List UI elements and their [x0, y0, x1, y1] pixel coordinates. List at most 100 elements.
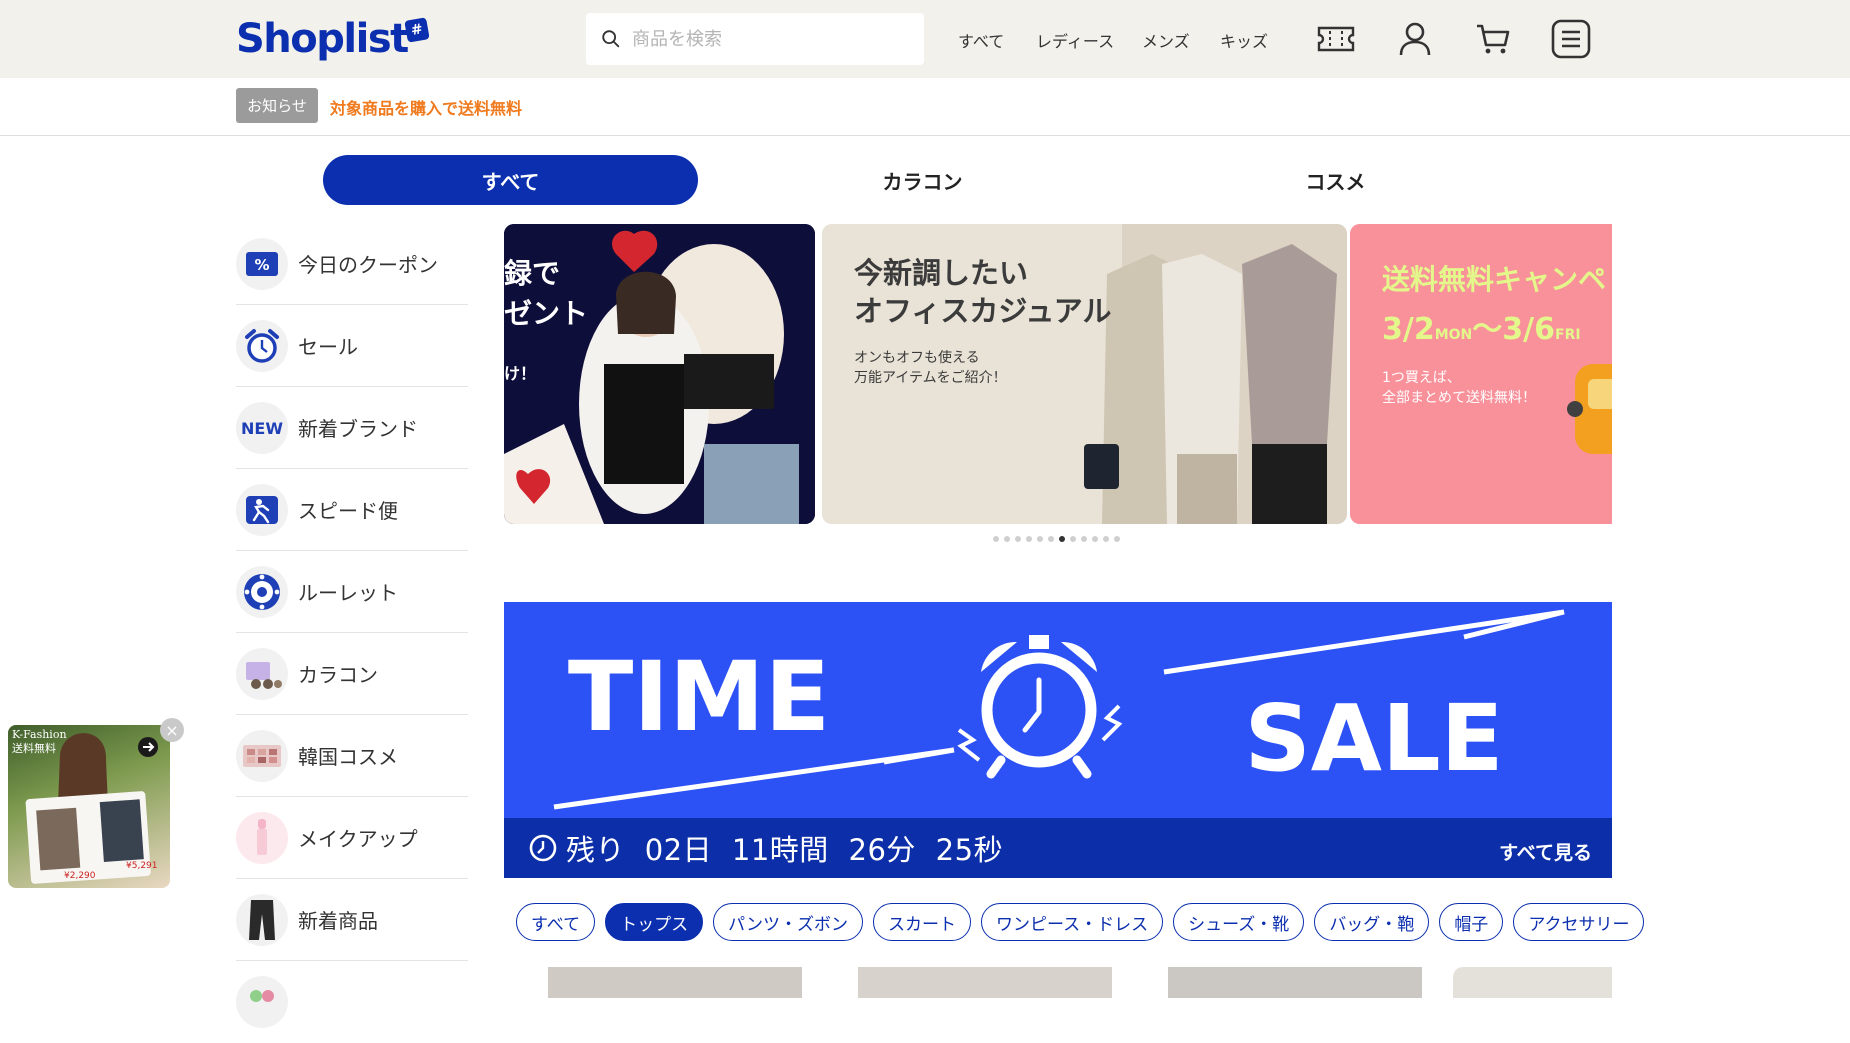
- product-thumbnail[interactable]: [1453, 967, 1612, 998]
- countdown-days-unit: 日: [682, 833, 713, 867]
- sidebar-label: 今日のクーポン: [298, 253, 438, 277]
- sidebar-item-new-arrivals[interactable]: 新着商品: [236, 879, 468, 961]
- coupon-ticket-icon[interactable]: [1315, 18, 1357, 60]
- see-all-link[interactable]: すべて見る: [1499, 838, 1592, 865]
- clock-icon: [529, 834, 557, 862]
- countdown-seconds-unit: 秒: [973, 833, 1004, 867]
- carousel-dot[interactable]: [1015, 536, 1021, 542]
- banner3-date-start: 3/2: [1382, 312, 1435, 347]
- countdown-label: 残り: [566, 833, 626, 867]
- new-badge-icon: NEW: [236, 401, 288, 454]
- sidebar-label: 新着商品: [298, 909, 378, 933]
- floating-ad-tag-1: K-Fashion: [12, 728, 67, 741]
- search-icon[interactable]: [600, 28, 622, 50]
- chip-dress[interactable]: ワンピース・ドレス: [981, 903, 1164, 941]
- carousel-dot[interactable]: [1114, 536, 1120, 542]
- sidebar-label: 新着ブランド: [298, 417, 418, 441]
- search-box[interactable]: [586, 13, 924, 65]
- account-icon[interactable]: [1394, 18, 1436, 60]
- carousel-dot[interactable]: [1037, 536, 1043, 542]
- svg-text:NEW: NEW: [241, 419, 283, 438]
- sidebar-item-coupon[interactable]: % 今日のクーポン: [236, 223, 468, 305]
- sidebar-label: スピード便: [298, 499, 398, 523]
- category-chip-list: すべて トップス パンツ・ズボン スカート ワンピース・ドレス シューズ・靴 バ…: [516, 903, 1645, 941]
- sidebar-label: 韓国コスメ: [298, 745, 398, 769]
- sidebar-item-roulette[interactable]: ルーレット: [236, 551, 468, 633]
- sidebar-item-sale[interactable]: セール: [236, 305, 468, 387]
- sidebar-item-partial[interactable]: [236, 961, 468, 1043]
- banner3-title: 送料無料キャンペ: [1382, 263, 1607, 296]
- chip-accessories[interactable]: アクセサリー: [1513, 903, 1645, 941]
- floating-ad-price-1: ¥2,290: [64, 871, 96, 881]
- chip-bags[interactable]: バッグ・鞄: [1314, 903, 1430, 941]
- banner-valentine[interactable]: 録で ゼント け！: [504, 224, 815, 524]
- carousel-dot[interactable]: [1092, 536, 1098, 542]
- sidebar-item-contact-lens[interactable]: カラコン: [236, 633, 468, 715]
- time-sale-word-sale: SALE: [1245, 685, 1504, 792]
- carousel-dot[interactable]: [1004, 536, 1010, 542]
- tab-all[interactable]: すべて: [323, 155, 698, 205]
- notice-badge: お知らせ: [236, 88, 318, 123]
- countdown-hours: 11: [731, 833, 770, 867]
- site-logo[interactable]: Shoplist #: [236, 14, 430, 64]
- product-thumbnail[interactable]: [858, 967, 1112, 998]
- nav-mens[interactable]: メンズ: [1142, 28, 1190, 52]
- svg-text:%: %: [254, 256, 269, 274]
- carousel-dot[interactable]: [1103, 536, 1109, 542]
- partial-icon: [236, 976, 288, 1028]
- banner2-title-2: オフィスカジュアル: [854, 294, 1112, 328]
- carousel-dot[interactable]: [1048, 536, 1054, 542]
- cart-icon[interactable]: [1472, 18, 1514, 60]
- banner-office-casual[interactable]: 今新調したい オフィスカジュアル オンもオフも使える 万能アイテムをご紹介！: [822, 224, 1347, 524]
- countdown-days: 02: [644, 833, 683, 867]
- banner3-dow-end: FRI: [1555, 327, 1581, 343]
- banner-free-shipping[interactable]: 送料無料キャンペ 3/2MON〜3/6FRI 1つ買えば、 全部まとめて送料無料…: [1350, 224, 1612, 524]
- notice-link[interactable]: 対象商品を購入で送料無料: [330, 95, 522, 119]
- carousel-dot[interactable]: [1070, 536, 1076, 542]
- time-sale-countdown-bar: 残り 02日 11時間 26分 25秒 すべて見る: [504, 818, 1612, 878]
- countdown-text: 残り 02日 11時間 26分 25秒: [566, 827, 1003, 869]
- tab-cosmetics[interactable]: コスメ: [1148, 155, 1523, 205]
- site-header: Shoplist # すべて レディース メンズ キッズ: [0, 0, 1850, 78]
- chip-pants[interactable]: パンツ・ズボン: [713, 903, 863, 941]
- sidebar-item-new-brand[interactable]: NEW 新着ブランド: [236, 387, 468, 469]
- chip-tops[interactable]: トップス: [605, 903, 704, 941]
- lipstick-icon: [236, 811, 288, 864]
- carousel-dot[interactable]: [1081, 536, 1087, 542]
- running-person-icon: [236, 483, 288, 536]
- close-icon[interactable]: ×: [160, 718, 184, 742]
- sidebar-item-makeup[interactable]: メイクアップ: [236, 797, 468, 879]
- menu-icon[interactable]: [1550, 18, 1592, 60]
- tab-contact-lens[interactable]: カラコン: [735, 155, 1110, 205]
- alarm-clock-icon: [957, 635, 1123, 779]
- floating-ad[interactable]: K-Fashion 送料無料 ¥2,290 ¥5,291: [8, 725, 170, 888]
- product-thumbnail[interactable]: [548, 967, 802, 998]
- nav-ladies[interactable]: レディース: [1036, 28, 1114, 52]
- carousel-dot[interactable]: [993, 536, 999, 542]
- chip-skirt[interactable]: スカート: [873, 903, 971, 941]
- chip-shoes[interactable]: シューズ・靴: [1173, 903, 1305, 941]
- sidebar-label: メイクアップ: [298, 827, 418, 851]
- carousel-dot[interactable]: [1059, 536, 1065, 542]
- banner3-dow-start: MON: [1434, 327, 1473, 343]
- sidebar-item-korean-cosmetics[interactable]: 韓国コスメ: [236, 715, 468, 797]
- banner3-sep: 〜: [1472, 312, 1503, 347]
- banner2-sub-1: オンもオフも使える: [854, 350, 980, 366]
- banner2-sub-2: 万能アイテムをご紹介！: [854, 370, 1007, 386]
- carousel-dot[interactable]: [1026, 536, 1032, 542]
- chip-hats[interactable]: 帽子: [1439, 903, 1504, 941]
- banner-carousel[interactable]: 録で ゼント け！ 今新調したい オフィスカジュアル オンもオフも使える 万能ア…: [504, 224, 1612, 524]
- chip-all[interactable]: すべて: [516, 903, 596, 941]
- nav-all[interactable]: すべて: [958, 28, 1004, 52]
- carousel-pagination[interactable]: [993, 536, 1120, 542]
- time-sale-banner[interactable]: TIME SALE 残り 02日 11時間 26分 25秒 すべて見る: [504, 602, 1612, 878]
- search-input[interactable]: [632, 28, 912, 50]
- coupon-percent-icon: %: [236, 237, 288, 290]
- banner1-line2: ゼント: [504, 297, 589, 330]
- nav-kids[interactable]: キッズ: [1220, 28, 1268, 52]
- countdown-minutes: 26: [848, 833, 887, 867]
- sidebar-item-speed[interactable]: スピード便: [236, 469, 468, 551]
- time-sale-art: TIME SALE: [553, 609, 1565, 810]
- banner1-line3: け！: [504, 364, 537, 383]
- product-thumbnail[interactable]: [1168, 967, 1422, 998]
